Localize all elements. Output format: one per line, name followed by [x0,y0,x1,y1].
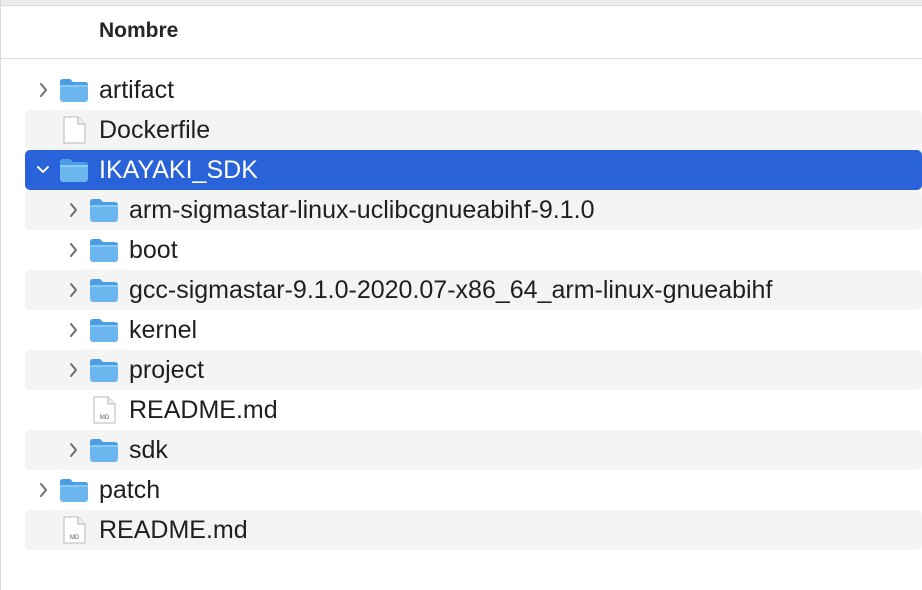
file-icon [58,116,90,144]
folder-row[interactable]: artifact [25,70,922,110]
markdown-file-icon: MD [58,516,90,544]
item-name: project [129,356,205,384]
chevron-right-icon[interactable] [65,360,81,380]
folder-icon [88,436,120,464]
file-list: artifact Dockerfile IKAYAKI_SDK arm-sigmast… [1,70,922,550]
folder-row[interactable]: project [25,350,922,390]
item-name: sdk [129,436,168,464]
folder-icon [58,76,90,104]
folder-row[interactable]: sdk [25,430,922,470]
folder-icon [88,236,120,264]
column-header-name[interactable]: Nombre [99,19,178,43]
folder-row[interactable]: patch [25,470,922,510]
folder-row[interactable]: boot [25,230,922,270]
chevron-right-icon[interactable] [65,280,81,300]
folder-icon [88,316,120,344]
item-name: IKAYAKI_SDK [99,156,258,184]
chevron-right-icon[interactable] [65,320,81,340]
folder-row[interactable]: kernel [25,310,922,350]
item-name: README.md [99,516,248,544]
markdown-file-icon: MD [88,396,120,424]
item-name: arm-sigmastar-linux-uclibcgnueabihf-9.1.… [129,196,595,224]
svg-text:MD: MD [70,535,80,541]
folder-icon [58,156,90,184]
svg-text:MD: MD [100,415,110,421]
item-name: boot [129,236,178,264]
folder-row[interactable]: IKAYAKI_SDK [25,150,922,190]
chevron-down-icon[interactable] [35,160,51,180]
chevron-right-icon[interactable] [65,440,81,460]
folder-icon [88,356,120,384]
list-header: Nombre [1,6,922,59]
folder-icon [88,276,120,304]
item-name: README.md [129,396,278,424]
item-name: gcc-sigmastar-9.1.0-2020.07-x86_64_arm-l… [129,276,773,304]
folder-icon [58,476,90,504]
chevron-right-icon[interactable] [65,200,81,220]
file-row[interactable]: MD README.md [25,510,922,550]
finder-window: Nombre artifact Dockerfile IKAYAKI_SDK arm-… [0,0,922,590]
item-name: Dockerfile [99,116,211,144]
file-row[interactable]: MD README.md [25,390,922,430]
chevron-right-icon[interactable] [65,240,81,260]
item-name: patch [99,476,161,504]
folder-icon [88,196,120,224]
item-name: artifact [99,76,175,104]
file-row[interactable]: Dockerfile [25,110,922,150]
chevron-right-icon[interactable] [35,480,51,500]
folder-row[interactable]: arm-sigmastar-linux-uclibcgnueabihf-9.1.… [25,190,922,230]
folder-row[interactable]: gcc-sigmastar-9.1.0-2020.07-x86_64_arm-l… [25,270,922,310]
item-name: kernel [129,316,198,344]
chevron-right-icon[interactable] [35,80,51,100]
